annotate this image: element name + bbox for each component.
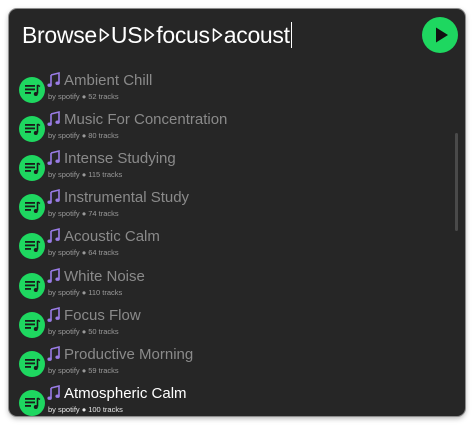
result-subtitle: by spotify ● 80 tracks: [48, 131, 119, 141]
bullet-separator: ●: [81, 248, 87, 258]
result-subtitle: by spotify ● 74 tracks: [48, 209, 119, 219]
result-track-count: 80 tracks: [88, 131, 119, 141]
playlist-icon: [19, 116, 45, 143]
query-input[interactable]: Browse US focus acoust: [22, 18, 292, 52]
play-button[interactable]: [422, 17, 458, 53]
music-note-icon: [47, 71, 61, 89]
result-row[interactable]: Ambient Chill by spotify ● 52 tracks: [9, 70, 449, 109]
result-title: Instrumental Study: [64, 189, 190, 207]
result-row[interactable]: Focus Flow by spotify ● 50 tracks: [9, 305, 449, 344]
result-track-count: 100 tracks: [88, 404, 123, 414]
bullet-separator: ●: [81, 404, 87, 414]
result-track-count: 52 tracks: [88, 92, 119, 101]
result-author: by spotify: [48, 209, 80, 219]
playlist-icon: [19, 233, 45, 260]
result-subtitle: by spotify ● 59 tracks: [48, 366, 119, 376]
result-title: Focus Flow: [64, 306, 141, 324]
play-icon: [436, 27, 448, 43]
bullet-separator: ●: [81, 209, 87, 219]
text-cursor: [290, 22, 292, 48]
music-note-icon: [47, 149, 61, 167]
result-author: by spotify: [48, 404, 80, 414]
bullet-separator: ●: [81, 287, 87, 297]
result-subtitle: by spotify ● 52 tracks: [48, 92, 119, 102]
query-bar[interactable]: Browse US focus acoust: [9, 9, 465, 61]
result-title: Intense Studying: [64, 150, 176, 168]
query-segment-focus: focus: [156, 21, 210, 48]
result-title: Music For Concentration: [64, 111, 228, 129]
result-title: Acoustic Calm: [64, 228, 160, 246]
result-author: by spotify: [48, 170, 80, 180]
music-note-icon: [47, 345, 61, 363]
query-segment-us: US: [110, 21, 143, 48]
playlist-icon: [19, 155, 45, 182]
result-subtitle: by spotify ● 50 tracks: [48, 327, 119, 337]
result-row[interactable]: Productive Morning by spotify ● 59 tracks: [9, 344, 449, 383]
bullet-separator: ●: [81, 326, 87, 336]
result-author: by spotify: [48, 365, 80, 375]
playlist-icon: [19, 311, 45, 338]
result-author: by spotify: [48, 131, 80, 141]
breadcrumb-separator-icon: [99, 27, 110, 43]
result-row[interactable]: White Noise by spotify ● 110 tracks: [9, 266, 449, 305]
result-title: Atmospheric Calm: [64, 384, 187, 402]
breadcrumb-separator-icon: [144, 27, 155, 43]
result-track-count: 50 tracks: [88, 326, 119, 336]
playlist-icon: [19, 389, 45, 416]
result-row[interactable]: Music For Concentration by spotify ● 80 tra…: [9, 109, 449, 148]
result-row[interactable]: Atmospheric Calm by spotify ● 100 tracks: [9, 383, 449, 416]
bullet-separator: ●: [81, 92, 87, 101]
music-note-icon: [47, 188, 61, 206]
result-author: by spotify: [48, 287, 80, 297]
playlist-icon: [19, 272, 45, 299]
result-title: Ambient Chill: [64, 72, 153, 89]
result-subtitle: by spotify ● 115 tracks: [48, 170, 122, 180]
results-list: Ambient Chill by spotify ● 52 tracks Music F…: [9, 61, 465, 416]
result-track-count: 64 tracks: [88, 248, 119, 258]
bullet-separator: ●: [81, 131, 87, 141]
result-track-count: 115 tracks: [88, 170, 123, 180]
result-row[interactable]: Acoustic Calm by spotify ● 64 tracks: [9, 226, 449, 265]
playlist-icon: [19, 77, 45, 103]
result-row[interactable]: Instrumental Study by spotify ● 74 tracks: [9, 187, 449, 226]
scrollbar[interactable]: [455, 133, 458, 231]
result-author: by spotify: [48, 248, 80, 258]
breadcrumb-separator-icon: [212, 27, 223, 43]
result-author: by spotify: [48, 326, 80, 336]
result-title: Productive Morning: [64, 345, 194, 363]
music-note-icon: [47, 267, 61, 285]
launcher-window: Browse US focus acoust Ambient Chill by s…: [9, 9, 465, 416]
query-segment-text: acoust: [223, 21, 290, 48]
playlist-icon: [19, 194, 45, 221]
result-track-count: 110 tracks: [88, 287, 123, 297]
result-row[interactable]: Intense Studying by spotify ● 115 tracks: [9, 148, 449, 187]
playlist-icon: [19, 350, 45, 377]
result-track-count: 59 tracks: [88, 365, 119, 375]
result-track-count: 74 tracks: [88, 209, 119, 219]
result-subtitle: by spotify ● 64 tracks: [48, 248, 119, 258]
music-note-icon: [47, 110, 61, 128]
result-subtitle: by spotify ● 100 tracks: [48, 405, 123, 415]
music-note-icon: [47, 227, 61, 245]
result-title: White Noise: [64, 267, 145, 285]
music-note-icon: [47, 384, 61, 402]
bullet-separator: ●: [81, 365, 87, 375]
query-segment-browse: Browse: [22, 21, 97, 48]
music-note-icon: [47, 306, 61, 324]
result-subtitle: by spotify ● 110 tracks: [48, 288, 122, 298]
result-author: by spotify: [48, 92, 80, 101]
bullet-separator: ●: [81, 170, 87, 180]
